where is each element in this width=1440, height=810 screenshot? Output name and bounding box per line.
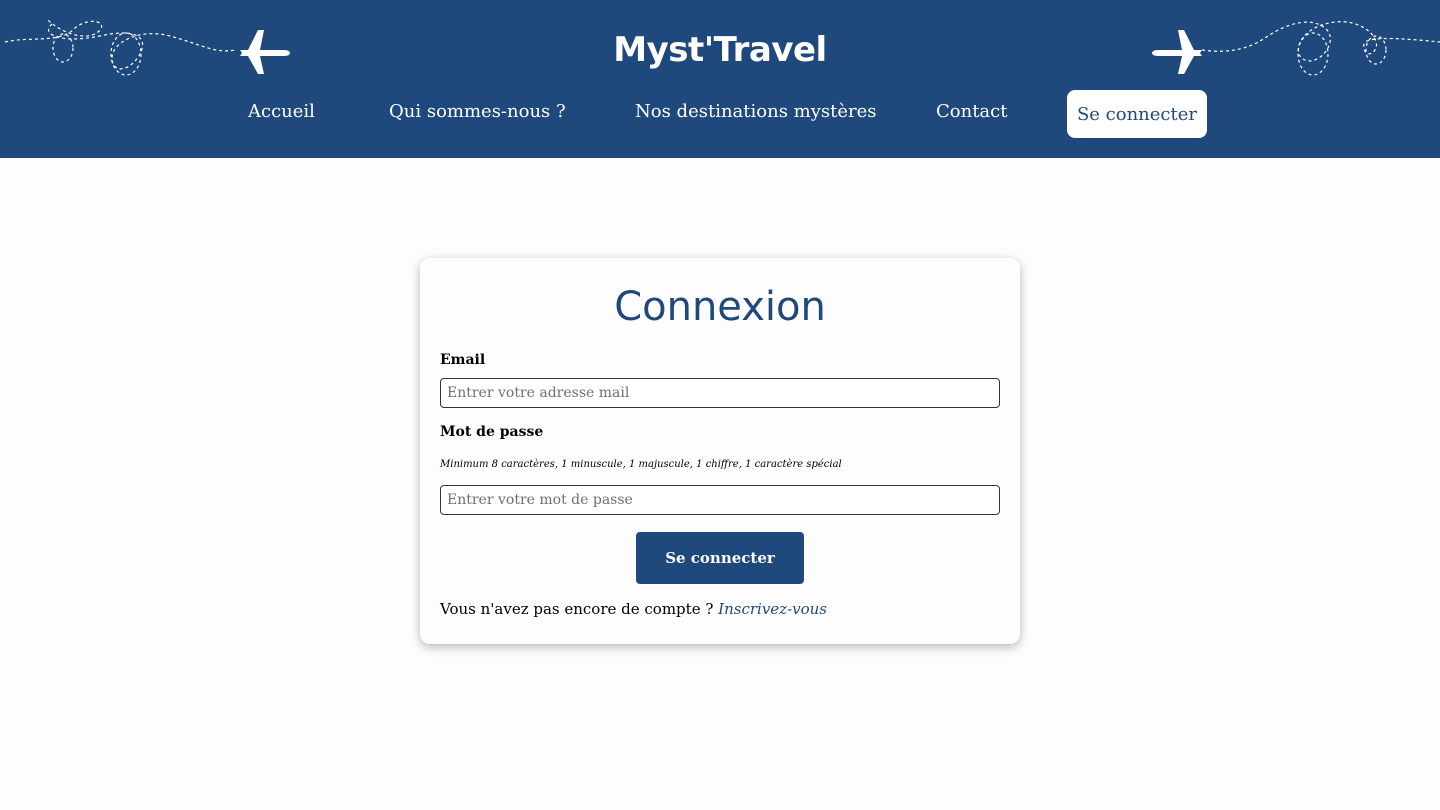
dashed-flight-path <box>1201 21 1440 62</box>
nav-item-destinations[interactable]: Nos destinations mystères <box>635 101 877 122</box>
login-card: Connexion Email Mot de passe Minimum 8 c… <box>420 258 1020 644</box>
submit-login-button[interactable]: Se connecter <box>636 532 804 584</box>
password-requirements: Minimum 8 caractères, 1 minuscule, 1 maj… <box>440 459 842 470</box>
airplane-icon <box>1152 30 1202 74</box>
site-header: Myst'Travel Accueil Qui sommes-nous ? No… <box>0 0 1440 158</box>
signup-link[interactable]: Inscrivez-vous <box>718 600 827 618</box>
nav-item-contact[interactable]: Contact <box>936 101 1007 122</box>
flight-path-decoration-right <box>1152 21 1440 76</box>
password-label: Mot de passe <box>440 424 544 440</box>
login-title: Connexion <box>614 284 826 330</box>
password-field[interactable] <box>440 485 1000 515</box>
email-label: Email <box>440 352 486 368</box>
email-field[interactable] <box>440 378 1000 408</box>
nav-login-button[interactable]: Se connecter <box>1067 90 1207 138</box>
nav-item-home[interactable]: Accueil <box>248 101 315 122</box>
signup-prompt-text: Vous n'avez pas encore de compte ? <box>440 600 714 618</box>
signup-prompt-line: Vous n'avez pas encore de compte ? Inscr… <box>440 600 827 618</box>
nav-item-about[interactable]: Qui sommes-nous ? <box>389 101 566 122</box>
